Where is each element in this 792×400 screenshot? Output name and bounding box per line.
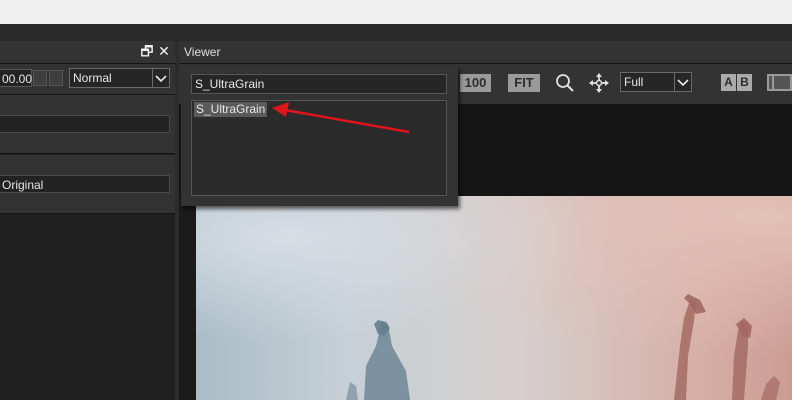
top-window-strip xyxy=(0,0,792,24)
resolution-label: Full xyxy=(624,75,644,89)
compare-b-button[interactable]: B xyxy=(737,74,752,91)
popup-search-input[interactable]: S_UltraGrain xyxy=(191,74,447,94)
left-panel-header: 🗗 ✕ xyxy=(0,41,175,64)
left-section-2 xyxy=(0,95,175,154)
restore-icon[interactable]: 🗗 xyxy=(139,43,155,59)
close-icon[interactable]: ✕ xyxy=(156,43,172,59)
zoom-100-button[interactable]: 100 xyxy=(460,74,491,92)
viewer-title: Viewer xyxy=(184,45,221,59)
search-popup: S_UltraGrain S_UltraGrain xyxy=(181,66,458,206)
left-empty-field[interactable] xyxy=(0,115,170,133)
left-section-3: Original xyxy=(0,155,175,214)
increment-button[interactable] xyxy=(49,70,63,86)
blend-row: 00.00 Normal xyxy=(0,64,175,95)
zoom-fit-button[interactable]: FIT xyxy=(508,74,540,92)
decrement-button[interactable] xyxy=(33,70,47,86)
list-item[interactable]: S_UltraGrain xyxy=(194,102,268,117)
opacity-value-field[interactable]: 00.00 xyxy=(0,69,32,87)
pan-move-icon[interactable] xyxy=(589,73,609,93)
split-view-icon[interactable] xyxy=(767,74,792,91)
blend-mode-label: Normal xyxy=(73,71,112,85)
magnifier-icon[interactable] xyxy=(555,73,575,93)
viewer-canvas-margin xyxy=(179,196,196,400)
compare-a-button[interactable]: A xyxy=(721,74,736,91)
chevron-down-icon xyxy=(674,73,691,91)
blend-mode-select[interactable]: Normal xyxy=(69,68,170,88)
chevron-down-icon xyxy=(152,69,169,87)
popup-results-list: S_UltraGrain xyxy=(191,100,447,196)
viewer-image[interactable] xyxy=(196,196,792,400)
viewer-header: Viewer xyxy=(179,41,792,64)
top-panel-bar xyxy=(0,24,792,41)
resolution-select[interactable]: Full xyxy=(620,72,692,92)
source-field[interactable]: Original xyxy=(0,175,170,193)
